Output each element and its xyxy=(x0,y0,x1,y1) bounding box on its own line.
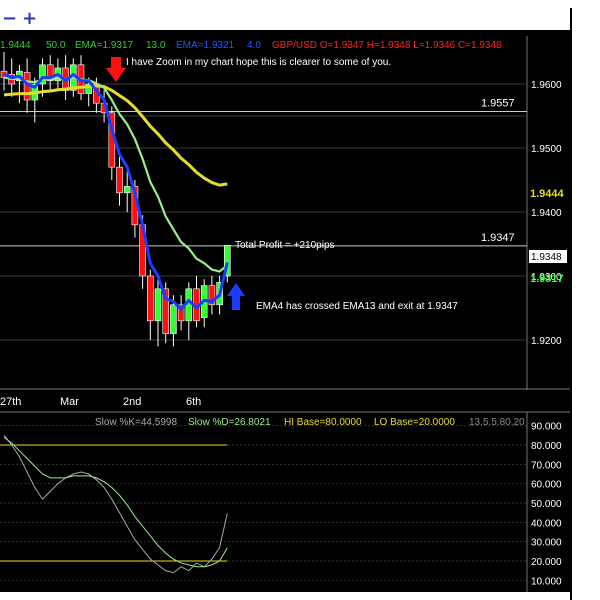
price-y-tick-label: 1.9200 xyxy=(531,336,562,347)
chart-canvas[interactable]: 1.95571.9347 1.96001.95001.94001.93001.9… xyxy=(0,0,600,600)
header-ema13-period: 13.0 xyxy=(146,40,166,51)
stoch-y-tick-label: 50.000 xyxy=(531,499,562,510)
stoch-params: 13.5.5.80.20 xyxy=(469,417,525,428)
stoch-lo-label: LO Base=20.0000 xyxy=(374,417,455,428)
profit-note: Total Profit = +210pips xyxy=(235,240,335,251)
stoch-y-tick-label: 40.000 xyxy=(531,518,562,529)
stoch-panel-bg xyxy=(0,412,527,592)
candle-body xyxy=(147,275,154,322)
stoch-y-tick-label: 20.000 xyxy=(531,557,562,568)
price-x-axis: 27th Mar 2nd 6th xyxy=(0,396,201,408)
header-ema50-period: 50.0 xyxy=(46,40,66,51)
price-y-tick-label: 1.9400 xyxy=(531,208,562,219)
zoom-note: I have Zoom in my chart hope this is cle… xyxy=(126,57,391,68)
price-y-axis: 1.96001.95001.94001.93001.9200 xyxy=(531,80,562,347)
header-ema4: EMA=1.9321 xyxy=(176,40,235,51)
price-x-tick-label: 27th xyxy=(0,396,21,408)
candle-body xyxy=(116,166,123,194)
price-level-label: 1.9347 xyxy=(481,232,515,244)
stoch-k-label: Slow %K=44.5998 xyxy=(95,417,177,428)
price-x-tick-label: 6th xyxy=(186,396,201,408)
price-y-tick-label: 1.9500 xyxy=(531,144,562,155)
ema50-right-label: 1.9444 xyxy=(530,188,565,200)
current-price-label: 1.9348 xyxy=(531,252,562,263)
window-frame-bottom xyxy=(0,592,570,600)
ema13-right-label: 1.9317 xyxy=(530,273,564,285)
price-x-tick-label: 2nd xyxy=(123,396,141,408)
header-ema13: EMA=1.9317 xyxy=(75,40,134,51)
header-ema4-period: 4.0 xyxy=(247,40,261,51)
header-ema50-value: 1.9444 xyxy=(0,40,31,51)
stoch-y-tick-label: 90.000 xyxy=(531,422,562,433)
candle-body xyxy=(170,304,177,334)
price-x-tick-label: Mar xyxy=(60,396,79,408)
price-y-tick-label: 1.9600 xyxy=(531,80,562,91)
price-level-label: 1.9557 xyxy=(481,98,515,110)
stoch-y-tick-label: 30.000 xyxy=(531,538,562,549)
stoch-y-tick-label: 70.000 xyxy=(531,460,562,471)
header-ohlc: GBP/USD O=1.9347 H=1.9348 L=1.9346 C=1.9… xyxy=(272,40,502,51)
stoch-y-tick-label: 80.000 xyxy=(531,441,562,452)
candle-body xyxy=(154,288,162,322)
stoch-y-axis: 90.000 80.000 70.000 60.000 50.000 40.000 30.0… xyxy=(531,422,562,588)
stoch-hi-label: HI Base=80.0000 xyxy=(284,417,362,428)
exit-note: EMA4 has crossed EMA13 and exit at 1.934… xyxy=(256,301,458,312)
stoch-y-tick-label: 10.000 xyxy=(531,576,562,587)
candle-body xyxy=(123,186,131,194)
stoch-y-tick-label: 60.000 xyxy=(531,480,562,491)
stoch-d-label: Slow %D=26.8021 xyxy=(188,417,271,428)
